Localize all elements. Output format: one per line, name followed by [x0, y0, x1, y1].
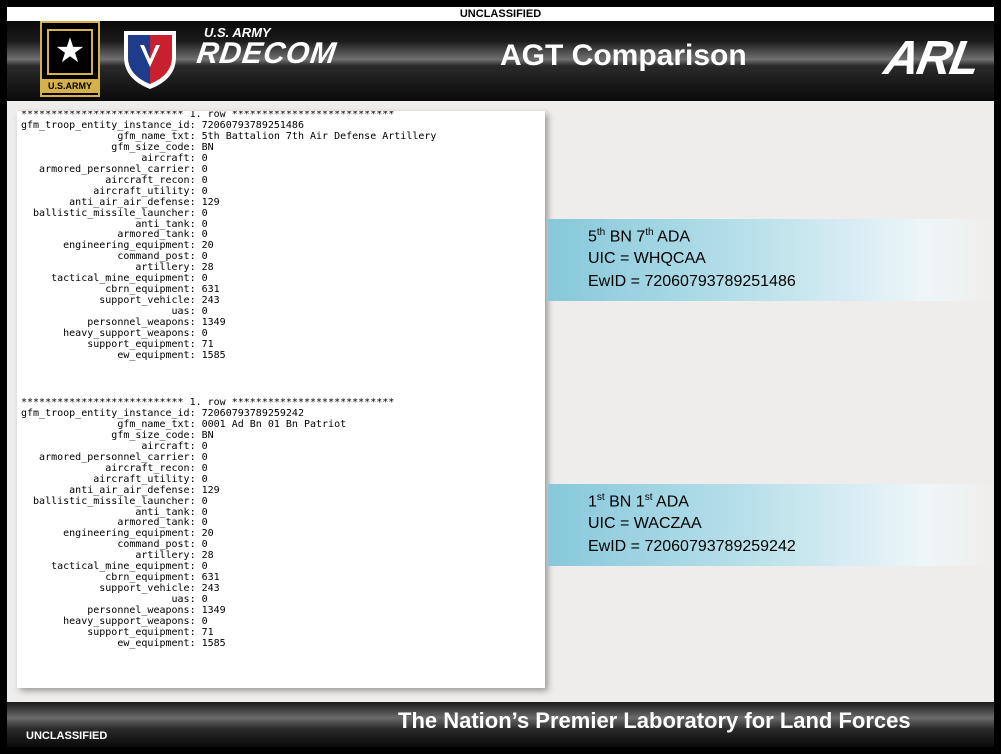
- record-1-field-aircraft-utility: aircraft_utility: 0: [21, 185, 208, 197]
- record-2-field-ew-equipment: ew_equipment: 1585: [21, 637, 226, 649]
- slide: UNCLASSIFIED ★ U.S.ARMY U.S. ARMY RDECOM…: [7, 7, 994, 747]
- record-2-field-ballistic-missile-launcher: ballistic_missile_launcher: 0: [21, 495, 208, 507]
- header-bar: ★ U.S.ARMY U.S. ARMY RDECOM AGT Comparis…: [7, 21, 994, 101]
- callout-2-unit: 1st BN 1st ADA: [588, 492, 689, 511]
- classification-banner-top: UNCLASSIFIED: [459, 8, 542, 20]
- record-2-field-anti-air-air-defense: anti_air_air_defense: 129: [21, 484, 220, 496]
- footer-bar: UNCLASSIFIED The Nation’s Premier Labora…: [7, 702, 994, 747]
- record-1-field-ballistic-missile-launcher: ballistic_missile_launcher: 0: [21, 207, 208, 219]
- rdecom-logo-text: RDECOM: [194, 37, 339, 70]
- army-logo-text: U.S.ARMY: [42, 79, 98, 93]
- us-army-logo: ★ U.S.ARMY: [40, 21, 100, 97]
- footer-tagline: The Nation’s Premier Laboratory for Land…: [398, 708, 911, 733]
- callout-unit-2: 1st BN 1st ADA UIC = WACZAA EwID = 72060…: [548, 484, 994, 566]
- page-title: AGT Comparison: [500, 39, 747, 72]
- army-star-icon: ★: [47, 29, 93, 75]
- query-output-panel: *************************** 1. row *****…: [17, 111, 545, 688]
- callout-unit-1: 5th BN 7th ADA UIC = WHQCAA EwID = 72060…: [548, 219, 994, 301]
- record-1-field-ew-equipment: ew_equipment: 1585: [21, 349, 226, 361]
- query-record-1: *************************** 1. row *****…: [21, 111, 436, 362]
- query-record-2: *************************** 1. row *****…: [21, 397, 394, 650]
- callout-1-uic: UIC = WHQCAA: [588, 250, 706, 267]
- classification-banner-bottom: UNCLASSIFIED: [26, 730, 108, 742]
- arl-logo: ARL: [880, 32, 983, 85]
- callout-1-unit: 5th BN 7th ADA: [588, 227, 691, 246]
- callout-1-ewid: EwID = 72060793789251486: [588, 273, 796, 290]
- rdecom-shield-icon: [124, 31, 176, 89]
- callout-2-ewid: EwID = 72060793789259242: [588, 538, 796, 555]
- callout-2-uic: UIC = WACZAA: [588, 515, 702, 532]
- record-1-field-anti-air-air-defense: anti_air_air_defense: 129: [21, 196, 220, 208]
- record-2-field-aircraft-utility: aircraft_utility: 0: [21, 473, 208, 485]
